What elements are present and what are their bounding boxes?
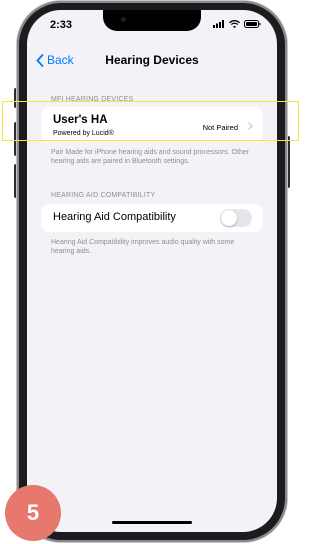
compat-label: Hearing Aid Compatibility xyxy=(53,211,176,223)
hearing-device-cell[interactable]: User's HA Powered by Lucid® Not Paired xyxy=(41,107,263,142)
pairing-status: Not Paired xyxy=(202,123,238,132)
home-indicator[interactable] xyxy=(112,521,192,524)
battery-icon xyxy=(244,20,261,28)
compat-cell: Hearing Aid Compatibility xyxy=(41,204,263,232)
cellular-signal-icon xyxy=(213,20,224,28)
front-camera xyxy=(121,17,126,22)
mfi-section-header: MFI HEARING DEVICES xyxy=(51,96,134,103)
status-time: 2:33 xyxy=(50,19,73,31)
device-subtitle: Powered by Lucid® xyxy=(53,130,114,137)
notch xyxy=(103,10,201,31)
compat-toggle[interactable] xyxy=(220,209,252,227)
step-badge: 5 xyxy=(5,485,61,541)
chevron-right-icon xyxy=(248,122,253,130)
step-number: 5 xyxy=(26,500,40,525)
toggle-knob xyxy=(221,210,237,226)
device-name: User's HA xyxy=(53,114,108,126)
phone-screen: 2:33 Back Hearing Devices MFI HEARING DE… xyxy=(27,10,277,532)
tutorial-canvas: 2:33 Back Hearing Devices MFI HEARING DE… xyxy=(0,0,303,544)
mfi-section-footer: Pair Made for iPhone hearing aids and so… xyxy=(51,149,250,165)
compat-section-header: HEARING AID COMPATIBILITY xyxy=(51,192,156,199)
compat-section-footer: Hearing Aid Compatibility improves audio… xyxy=(51,239,235,255)
page-title: Hearing Devices xyxy=(105,53,199,67)
status-icons xyxy=(213,20,261,28)
wifi-icon xyxy=(229,20,240,28)
